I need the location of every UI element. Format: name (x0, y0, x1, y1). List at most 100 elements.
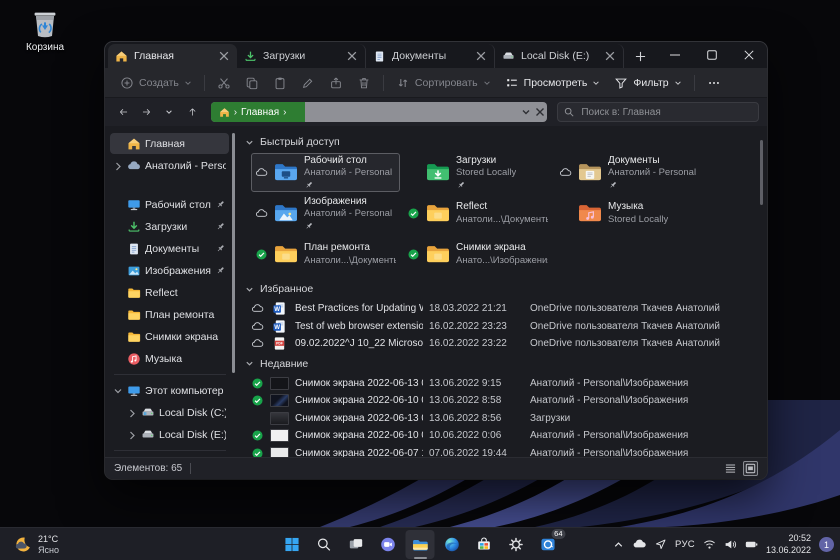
sidebar-item-документы[interactable]: Документы (110, 238, 229, 259)
quick-access-tile[interactable]: Музыка Stored Locally (555, 194, 704, 233)
section-header[interactable]: Недавние (245, 358, 753, 370)
file-row[interactable]: Снимок экрана 2022-06-10 000605 10.06.20… (251, 427, 753, 445)
delete-button[interactable] (350, 71, 378, 95)
copy-button[interactable] (238, 71, 266, 95)
back-button[interactable] (113, 101, 134, 123)
tab-close-icon[interactable] (346, 50, 358, 62)
breadcrumb-item[interactable]: Главная (241, 107, 279, 118)
wifi-icon[interactable] (703, 538, 716, 551)
quick-access-tile[interactable]: Документы Анатолий - Personal (555, 153, 704, 192)
file-row[interactable]: Снимок экрана 2022-06-13 091526 13.06.20… (251, 375, 753, 393)
share-button[interactable] (322, 71, 350, 95)
folder-yellow-icon (423, 200, 453, 227)
rename-button[interactable] (294, 71, 322, 95)
location-in-use-icon[interactable] (654, 538, 667, 551)
settings-button[interactable] (502, 530, 531, 559)
tab-загрузки[interactable]: Загрузки (237, 44, 366, 68)
recent-locations-button[interactable] (159, 101, 180, 123)
store-button[interactable] (470, 530, 499, 559)
quick-access-tile[interactable]: Reflect Анатоли...\Документы (403, 194, 552, 233)
battery-icon[interactable] (745, 538, 758, 551)
tile-name: Снимки экрана (456, 242, 548, 255)
view-button[interactable]: Просмотреть (498, 71, 608, 95)
sort-button[interactable]: Сортировать (389, 71, 498, 95)
stop-loading-icon[interactable] (535, 107, 545, 117)
file-location: Анатолий - Personal\Изображения (530, 430, 753, 441)
pin-icon (215, 199, 226, 210)
sidebar-item-главная[interactable]: Главная (110, 133, 229, 154)
file-row[interactable]: PDF 09.02.2022^J 10_22 Microsoft Lens 16… (251, 335, 753, 353)
file-row[interactable]: W Test of web browser extensions for pro… (251, 318, 753, 336)
address-dropdown-icon[interactable] (521, 107, 531, 117)
section-header[interactable]: Избранное (245, 283, 753, 295)
large-icons-view-button[interactable] (743, 461, 758, 476)
tab-close-icon[interactable] (604, 50, 616, 62)
volume-icon[interactable] (724, 538, 737, 551)
file-row[interactable]: W Best Practices for Updating Windows 10… (251, 300, 753, 318)
toolbar-divider (204, 75, 205, 91)
sidebar-item-local-disk-e-[interactable]: Local Disk (E:) (110, 456, 229, 457)
quick-access-tile[interactable]: Загрузки Stored Locally (403, 153, 552, 192)
start-button[interactable] (278, 530, 307, 559)
file-row[interactable]: Снимок экрана 2022-06-10 010332 13.06.20… (251, 392, 753, 410)
sidebar-item-изображения[interactable]: Изображения (110, 260, 229, 281)
sidebar-item-анатолий-personal[interactable]: Анатолий - Personal (110, 155, 229, 176)
settings-icon (508, 534, 525, 555)
quick-access-tile[interactable]: Снимки экрана Анато...\Изображения (403, 235, 552, 274)
close-button[interactable] (730, 42, 767, 68)
sidebar-item-local-disk-c-[interactable]: Local Disk (C:) (124, 402, 229, 423)
file-row[interactable]: Снимок экрана 2022-06-07 194425 07.06.20… (251, 445, 753, 458)
content-scrollbar[interactable] (760, 140, 763, 205)
sidebar-item-план-ремонта[interactable]: План ремонта (110, 304, 229, 325)
tab-главная[interactable]: Главная (108, 44, 237, 68)
edge-button[interactable] (438, 530, 467, 559)
chat-button[interactable] (374, 530, 403, 559)
tile-name: План ремонта (304, 242, 396, 255)
cut-button[interactable] (210, 71, 238, 95)
sidebar-item-этот-компьютер[interactable]: Этот компьютер (110, 380, 229, 401)
music-icon (127, 352, 141, 366)
maximize-button[interactable] (693, 42, 730, 68)
sidebar-item-загрузки[interactable]: Загрузки (110, 216, 229, 237)
tray-overflow-icon[interactable] (612, 538, 625, 551)
sidebar-item-снимки-экрана[interactable]: Снимки экрана (110, 326, 229, 347)
mail-button[interactable]: 64 (534, 530, 563, 559)
statusbar-divider (190, 463, 191, 474)
tab-local-disk-e-[interactable]: Local Disk (E:) (495, 44, 624, 68)
create-button[interactable]: Создать (113, 71, 199, 95)
notification-count-badge[interactable]: 1 (819, 537, 834, 552)
up-button[interactable] (182, 101, 203, 123)
sidebar-item-рабочий-стол[interactable]: Рабочий стол (110, 194, 229, 215)
explorer-button[interactable] (406, 530, 435, 559)
chevron-down-icon (674, 79, 682, 87)
quick-access-tile[interactable]: Изображения Анатолий - Personal (251, 194, 400, 233)
cloud-status-icon (255, 166, 268, 179)
recycle-bin[interactable]: Корзина (16, 8, 74, 53)
taskview-button[interactable] (342, 530, 371, 559)
paste-button[interactable] (266, 71, 294, 95)
tab-документы[interactable]: Документы (366, 44, 495, 68)
new-tab-button[interactable] (629, 45, 651, 67)
weather-widget[interactable]: 21°C Ясно (8, 531, 63, 558)
sidebar-item-музыка[interactable]: Музыка (110, 348, 229, 369)
filter-button[interactable]: Фильтр (607, 71, 688, 95)
clock[interactable]: 20:52 13.06.2022 (766, 533, 811, 556)
onedrive-tray-icon[interactable] (633, 538, 646, 551)
search-button[interactable] (310, 530, 339, 559)
language-indicator[interactable]: РУС (675, 539, 695, 550)
forward-button[interactable] (136, 101, 157, 123)
file-row[interactable]: Снимок экрана 2022-06-13 085559 13.06.20… (251, 410, 753, 428)
minimize-button[interactable] (656, 42, 693, 68)
desktop-folder-icon (271, 159, 301, 186)
more-options-button[interactable] (700, 71, 728, 95)
quick-access-tile[interactable]: Рабочий стол Анатолий - Personal (251, 153, 400, 192)
search-input[interactable] (579, 106, 752, 119)
quick-access-tile[interactable]: План ремонта Анатоли...\Документы (251, 235, 400, 274)
section-header[interactable]: Быстрый доступ (245, 136, 753, 148)
address-bar[interactable]: › Главная › (211, 102, 548, 122)
sidebar-item-local-disk-e-[interactable]: Local Disk (E:) (124, 424, 229, 445)
sidebar-item-reflect[interactable]: Reflect (110, 282, 229, 303)
tab-close-icon[interactable] (218, 50, 230, 62)
details-view-button[interactable] (723, 461, 738, 476)
tab-close-icon[interactable] (475, 50, 487, 62)
